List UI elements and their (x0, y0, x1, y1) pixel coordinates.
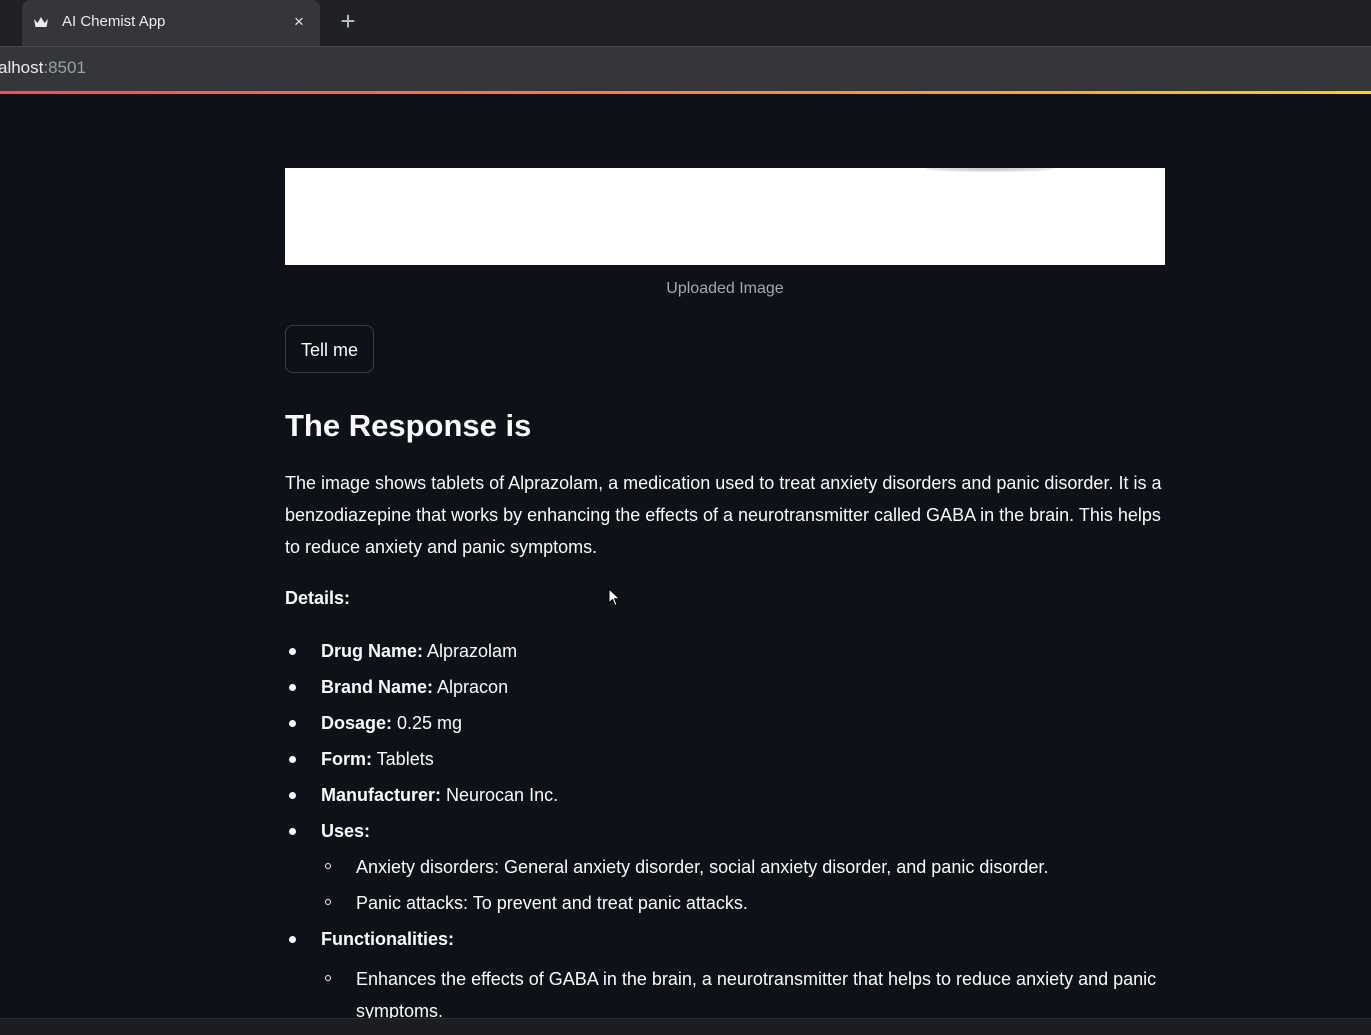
list-item-manufacturer: Manufacturer: Neurocan Inc. (285, 783, 1165, 819)
list-item-functionalities: Functionalities: (285, 927, 1165, 963)
item-label: Functionalities: (321, 929, 455, 949)
url-port: :8501 (43, 58, 86, 77)
uploaded-image (285, 168, 1165, 265)
close-tab-icon[interactable]: × (288, 11, 310, 33)
list-item-drug-name: Drug Name: Alprazolam (285, 639, 1165, 675)
list-item-form: Form: Tablets (285, 747, 1165, 783)
list-item-dosage: Dosage: 0.25 mg (285, 711, 1165, 747)
item-label: Brand Name: (321, 677, 434, 697)
item-value: 0.25 mg (392, 713, 463, 733)
browser-tab[interactable]: AI Chemist App × (22, 0, 320, 46)
tell-me-button[interactable]: Tell me (285, 325, 375, 373)
crown-favicon-icon (32, 13, 50, 31)
image-detail (925, 168, 1055, 172)
item-label: Manufacturer: (321, 785, 442, 805)
item-label: Dosage: (321, 713, 393, 733)
taskbar-edge (0, 1018, 1371, 1035)
url-text[interactable]: alhost:8501 (0, 57, 86, 79)
mouse-cursor-icon (608, 588, 621, 607)
sub-item-use: Panic attacks: To prevent and treat pani… (285, 891, 1165, 927)
item-label: Form: (321, 749, 372, 769)
tab-strip: AI Chemist App × + (0, 0, 1371, 46)
url-host: alhost (0, 58, 44, 77)
sub-item-use: Anxiety disorders: General anxiety disor… (285, 855, 1165, 891)
item-value: Tablets (372, 749, 434, 769)
browser-chrome: AI Chemist App × + alhost:8501 (0, 0, 1371, 92)
address-bar[interactable]: alhost:8501 (0, 46, 1371, 91)
response-heading: The Response is (285, 408, 532, 443)
list-item-uses: Uses: (285, 819, 1165, 855)
item-value: Alpracon (433, 677, 509, 697)
tab-title: AI Chemist App (62, 13, 166, 30)
app-header-decoration (0, 91, 1371, 94)
response-paragraph: The image shows tablets of Alprazolam, a… (285, 473, 1162, 557)
image-caption: Uploaded Image (666, 280, 784, 297)
item-label: Drug Name: (321, 641, 424, 661)
new-tab-icon[interactable]: + (334, 7, 362, 35)
item-value: Alprazolam (423, 641, 518, 661)
details-list: Drug Name: Alprazolam Brand Name: Alprac… (285, 639, 1165, 1027)
item-value: Neurocan Inc. (441, 785, 559, 805)
details-label: Details: (285, 588, 351, 608)
item-label: Uses: (321, 821, 371, 841)
list-item-brand-name: Brand Name: Alpracon (285, 675, 1165, 711)
